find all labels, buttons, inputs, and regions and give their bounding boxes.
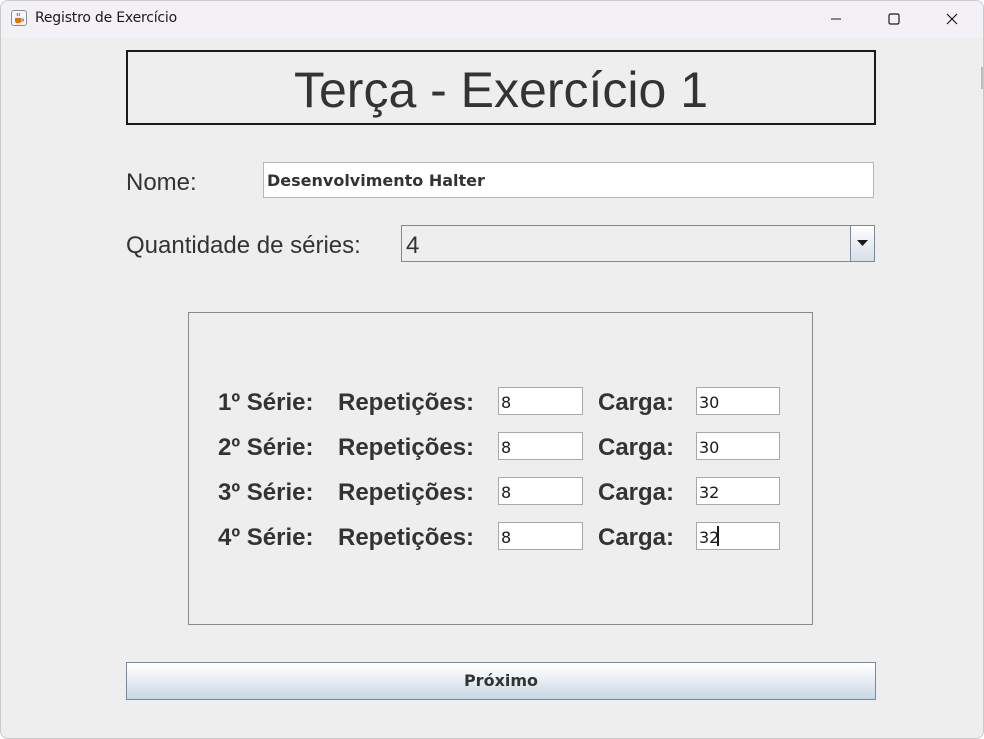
repeticoes-input[interactable] — [498, 387, 583, 415]
series-label: 4º Série: — [218, 524, 314, 551]
maximize-icon — [888, 13, 900, 25]
nome-label: Nome: — [126, 169, 197, 196]
dropdown-arrow-button[interactable] — [850, 226, 874, 261]
quantidade-series-label: Quantidade de séries: — [126, 232, 361, 259]
carga-label: Carga: — [598, 479, 675, 506]
header-panel: Terça - Exercício 1 — [126, 50, 876, 125]
chevron-down-icon — [857, 240, 868, 246]
close-button[interactable] — [923, 1, 981, 38]
text-caret — [717, 526, 719, 546]
series-row-2: 2º Série: Repetições: Carga: — [189, 432, 812, 462]
repeticoes-input[interactable] — [498, 522, 583, 550]
carga-label: Carga: — [598, 524, 675, 551]
carga-input[interactable] — [696, 432, 780, 460]
carga-label: Carga: — [598, 389, 675, 416]
minimize-button[interactable] — [807, 1, 865, 38]
close-icon — [946, 13, 958, 25]
maximize-button[interactable] — [865, 1, 923, 38]
proximo-button[interactable]: Próximo — [126, 662, 876, 700]
window-title: Registro de Exercício — [35, 10, 177, 26]
carga-input[interactable] — [696, 387, 780, 415]
series-label: 3º Série: — [218, 479, 314, 506]
edge-divider — [981, 67, 983, 89]
series-row-4: 4º Série: Repetições: Carga: — [189, 522, 812, 552]
carga-label: Carga: — [598, 434, 675, 461]
repeticoes-label: Repetições: — [338, 524, 475, 551]
repeticoes-label: Repetições: — [338, 434, 475, 461]
series-row-1: 1º Série: Repetições: Carga: — [189, 387, 812, 417]
series-row-3: 3º Série: Repetições: Carga: — [189, 477, 812, 507]
series-label: 2º Série: — [218, 434, 314, 461]
repeticoes-label: Repetições: — [338, 479, 475, 506]
repeticoes-input[interactable] — [498, 432, 583, 460]
minimize-icon — [831, 18, 841, 20]
app-window: Registro de Exercício Terça - Exercício … — [0, 0, 984, 739]
quantidade-series-select[interactable]: 4 — [401, 225, 875, 262]
title-bar[interactable]: Registro de Exercício — [1, 1, 983, 38]
page-title: Terça - Exercício 1 — [293, 62, 708, 118]
series-panel: 1º Série: Repetições: Carga: 2º Série: R… — [188, 312, 813, 625]
quantidade-series-value: 4 — [406, 232, 420, 259]
java-coffee-icon — [11, 10, 27, 26]
series-label: 1º Série: — [218, 389, 314, 416]
carga-input-focused[interactable] — [696, 522, 780, 550]
carga-input[interactable] — [696, 477, 780, 505]
repeticoes-label: Repetições: — [338, 389, 475, 416]
repeticoes-input[interactable] — [498, 477, 583, 505]
nome-input[interactable] — [263, 162, 874, 198]
